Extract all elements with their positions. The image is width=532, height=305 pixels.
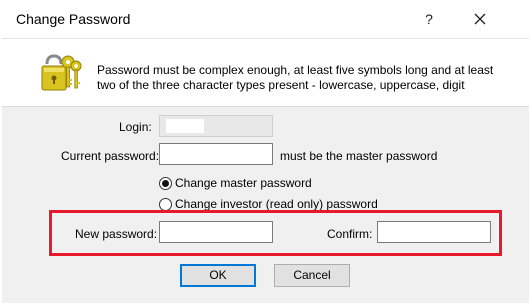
login-field [159, 115, 273, 137]
current-password-label: Current password: [61, 149, 160, 163]
radio-button-investor[interactable] [159, 197, 172, 211]
password-requirements-text: Password must be complex enough, at leas… [97, 63, 494, 92]
radio-master-label: Change master password [175, 176, 312, 190]
highlight-box [49, 210, 502, 256]
login-label: Login: [119, 120, 152, 134]
dialog-title: Change Password [16, 11, 131, 27]
title-bar: Change Password ? [0, 0, 532, 38]
keys-icon [41, 54, 82, 91]
current-password-hint: must be the master password [280, 149, 438, 163]
info-panel: Password must be complex enough, at leas… [2, 39, 529, 107]
ok-button[interactable]: OK [180, 264, 256, 287]
help-button[interactable]: ? [418, 8, 440, 30]
close-icon [474, 13, 486, 25]
radio-button-master[interactable] [159, 176, 172, 190]
close-button[interactable] [468, 8, 492, 30]
cancel-button[interactable]: Cancel [274, 264, 350, 287]
current-password-input[interactable] [160, 144, 272, 164]
login-value [166, 119, 204, 133]
dialog-body: Password must be complex enough, at leas… [2, 38, 529, 303]
radio-investor-label: Change investor (read only) password [175, 197, 378, 211]
current-password-field[interactable] [159, 143, 273, 165]
radio-change-master[interactable]: Change master password [159, 175, 312, 191]
